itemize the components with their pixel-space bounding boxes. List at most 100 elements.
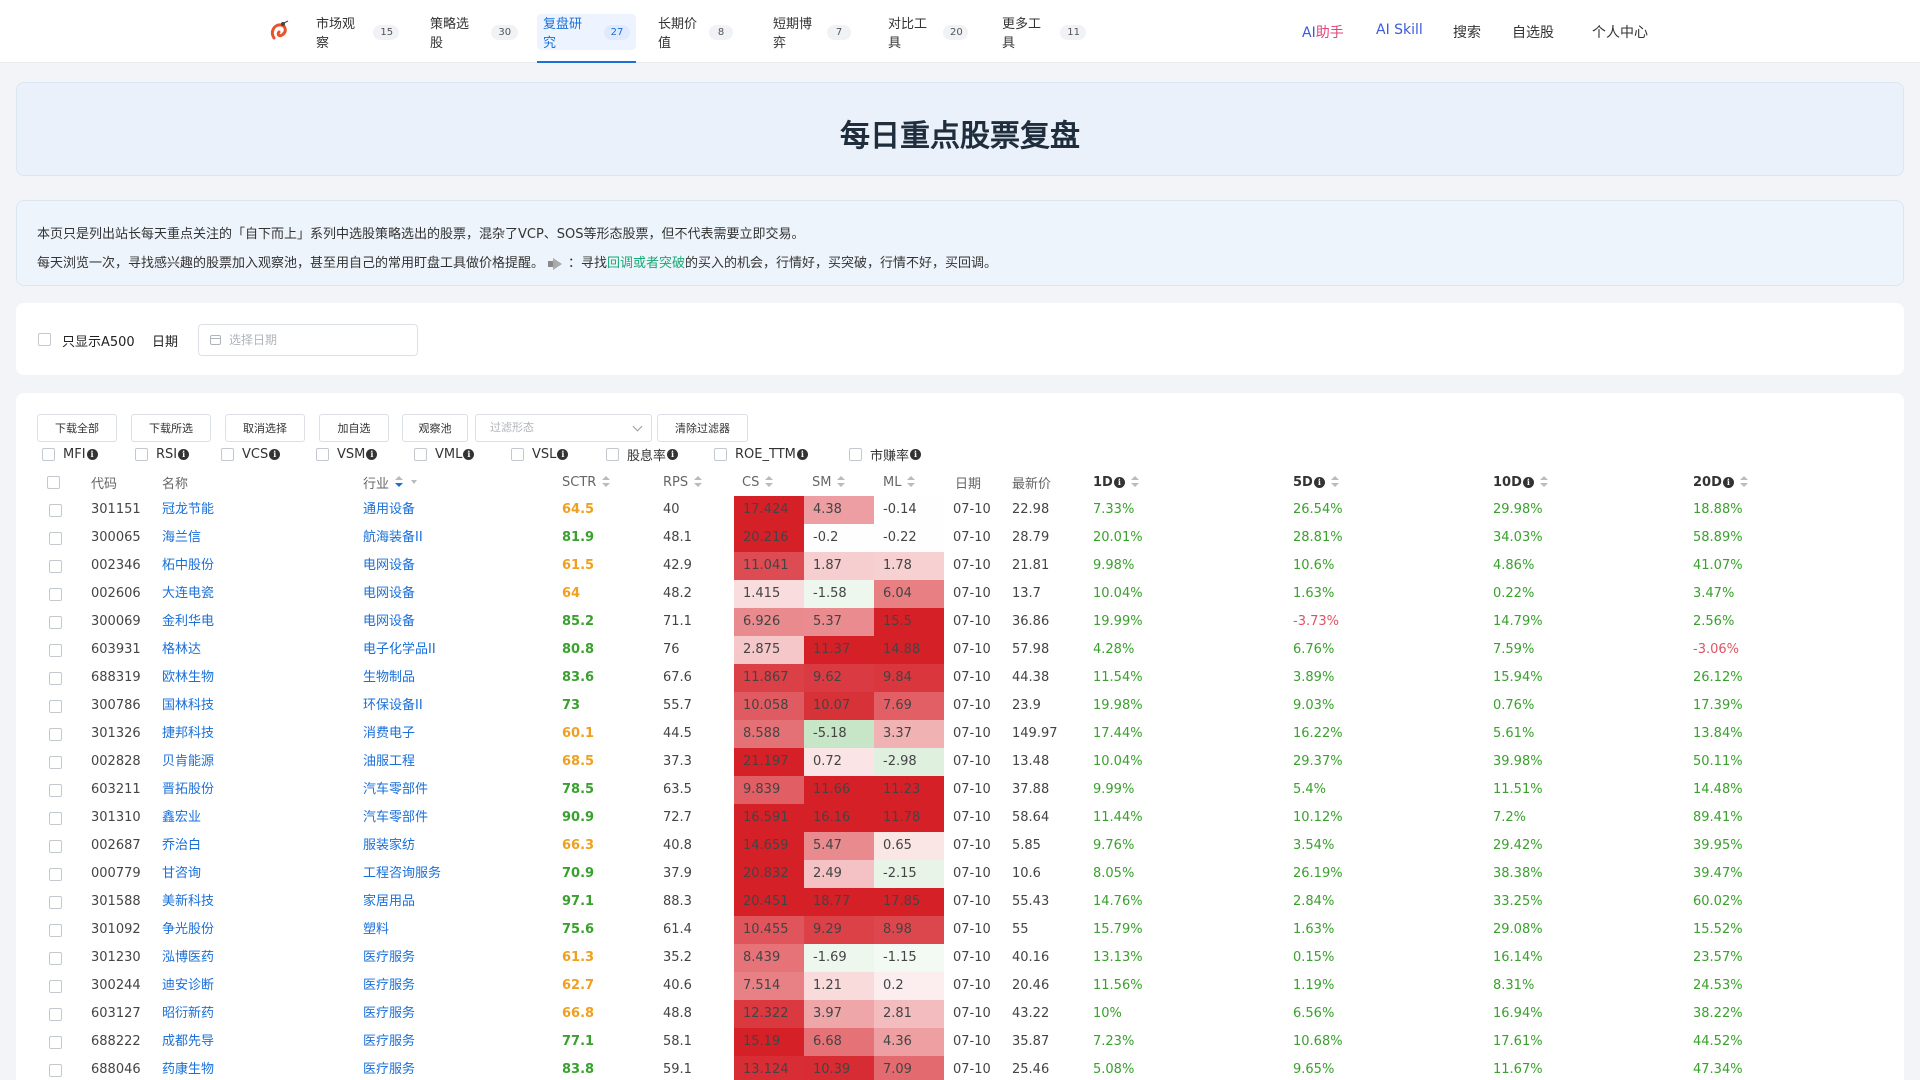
sort-icon[interactable] xyxy=(1330,476,1339,488)
row-checkbox[interactable] xyxy=(49,784,62,797)
filter-icon[interactable] xyxy=(411,480,418,484)
row-checkbox[interactable] xyxy=(49,560,62,573)
info-icon[interactable]: i xyxy=(910,448,922,460)
stock-name-link[interactable]: 泓博医药 xyxy=(162,944,214,972)
table-row[interactable]: 002828 贝肯能源 油服工程 68.5 37.3 21.197 0.72 -2.98 07-… xyxy=(16,748,1904,776)
column-header-industry[interactable]: 行业 xyxy=(363,473,418,492)
sort-icon[interactable] xyxy=(765,476,774,488)
row-checkbox[interactable] xyxy=(49,728,62,741)
row-checkbox[interactable] xyxy=(49,756,62,769)
table-row[interactable]: 002687 乔治白 服装家纺 66.3 40.8 14.659 5.47 0.65 07-10… xyxy=(16,832,1904,860)
nav-tab-7[interactable]: 更多工具 11 xyxy=(996,14,1092,51)
sort-icon[interactable] xyxy=(907,476,916,488)
info-icon[interactable]: i xyxy=(269,448,281,460)
stock-name-link[interactable]: 迪安诊断 xyxy=(162,972,214,1000)
sort-icon[interactable] xyxy=(1539,476,1548,488)
stock-name-link[interactable]: 争光股份 xyxy=(162,916,214,944)
industry-link[interactable]: 电网设备 xyxy=(363,552,461,580)
industry-link[interactable]: 工程咨询服务 xyxy=(363,860,461,888)
industry-link[interactable]: 汽车零部件 xyxy=(363,776,461,804)
indicator-checkbox[interactable] xyxy=(135,447,148,461)
ai-skill-link[interactable]: AI Skill xyxy=(1376,22,1423,38)
info-icon[interactable]: i xyxy=(178,448,190,460)
sort-icon[interactable] xyxy=(395,476,404,488)
sort-icon[interactable] xyxy=(602,476,611,488)
column-header-sctr[interactable]: SCTR xyxy=(562,473,611,491)
table-row[interactable]: 002346 柘中股份 电网设备 61.5 42.9 11.041 1.87 1.78 07-1… xyxy=(16,552,1904,580)
industry-link[interactable]: 通用设备 xyxy=(363,496,461,524)
stock-name-link[interactable]: 昭衍新药 xyxy=(162,1000,214,1028)
search-link[interactable]: 搜索 xyxy=(1453,22,1481,42)
clear-filters-button[interactable]: 清除过滤器 xyxy=(657,414,748,442)
column-header-cs[interactable]: CS xyxy=(742,473,774,491)
stock-name-link[interactable]: 金利华电 xyxy=(162,608,214,636)
stock-name-link[interactable]: 成都先导 xyxy=(162,1028,214,1056)
info-icon[interactable]: i xyxy=(86,448,98,460)
info-icon[interactable]: i xyxy=(667,448,679,460)
row-checkbox[interactable] xyxy=(49,700,62,713)
column-header-d10[interactable]: 10D i xyxy=(1493,473,1548,491)
info-icon[interactable]: i xyxy=(557,448,569,460)
indicator-checkbox[interactable] xyxy=(316,447,329,461)
table-row[interactable]: 301310 鑫宏业 汽车零部件 90.9 72.7 16.591 16.16 11.78 07… xyxy=(16,804,1904,832)
stock-name-link[interactable]: 药康生物 xyxy=(162,1056,214,1080)
industry-link[interactable]: 家居用品 xyxy=(363,888,461,916)
indicator-toggle[interactable]: VML i xyxy=(414,445,475,463)
table-row[interactable]: 603211 晋拓股份 汽车零部件 78.5 63.5 9.839 11.66 11.23 07… xyxy=(16,776,1904,804)
nav-tab-2[interactable]: 策略选股 30 xyxy=(424,14,524,51)
table-row[interactable]: 301092 争光股份 塑料 75.6 61.4 10.455 9.29 8.98 07-10 5… xyxy=(16,916,1904,944)
column-header-d1[interactable]: 1D i xyxy=(1093,473,1139,491)
sort-icon[interactable] xyxy=(837,476,846,488)
download-selected-button[interactable]: 下载所选 xyxy=(131,414,211,442)
add-watch-button[interactable]: 加自选 xyxy=(319,414,389,442)
industry-link[interactable]: 医疗服务 xyxy=(363,1028,461,1056)
indicator-toggle[interactable]: ROE_TTM i xyxy=(714,445,808,463)
info-icon[interactable]: i xyxy=(1522,476,1534,488)
row-checkbox[interactable] xyxy=(49,980,62,993)
sort-icon[interactable] xyxy=(1130,476,1139,488)
industry-link[interactable]: 电子化学品II xyxy=(363,636,461,664)
indicator-checkbox[interactable] xyxy=(221,447,234,461)
info-icon[interactable]: i xyxy=(366,448,378,460)
indicator-toggle[interactable]: VSM i xyxy=(316,445,378,463)
indicator-checkbox[interactable] xyxy=(414,447,427,461)
user-center-link[interactable]: 个人中心 xyxy=(1592,22,1648,42)
nav-tab-6[interactable]: 对比工具 20 xyxy=(882,14,974,51)
row-checkbox[interactable] xyxy=(49,532,62,545)
stock-name-link[interactable]: 甘咨询 xyxy=(162,860,201,888)
row-checkbox[interactable] xyxy=(49,1064,62,1077)
row-checkbox[interactable] xyxy=(49,672,62,685)
industry-link[interactable]: 航海装备II xyxy=(363,524,461,552)
industry-link[interactable]: 塑料 xyxy=(363,916,461,944)
indicator-toggle[interactable]: 股息率 i xyxy=(606,445,679,464)
stock-name-link[interactable]: 柘中股份 xyxy=(162,552,214,580)
industry-link[interactable]: 医疗服务 xyxy=(363,972,461,1000)
row-checkbox[interactable] xyxy=(49,840,62,853)
logo-icon[interactable] xyxy=(268,20,290,42)
indicator-checkbox[interactable] xyxy=(511,447,524,461)
column-header-d20[interactable]: 20D i xyxy=(1693,473,1748,491)
a500-checkbox[interactable] xyxy=(38,333,51,346)
industry-link[interactable]: 消费电子 xyxy=(363,720,461,748)
deselect-button[interactable]: 取消选择 xyxy=(225,414,305,442)
table-row[interactable]: 301230 泓博医药 医疗服务 61.3 35.2 8.439 -1.69 -1.15 07-… xyxy=(16,944,1904,972)
stock-name-link[interactable]: 贝肯能源 xyxy=(162,748,214,776)
pattern-filter-select[interactable]: 过滤形态 xyxy=(475,414,652,442)
column-header-rps[interactable]: RPS xyxy=(663,473,703,491)
industry-link[interactable]: 油服工程 xyxy=(363,748,461,776)
ai-assistant-link[interactable]: AI助手 xyxy=(1302,22,1344,42)
stock-name-link[interactable]: 冠龙节能 xyxy=(162,496,214,524)
info-icon[interactable]: i xyxy=(1313,476,1325,488)
row-checkbox[interactable] xyxy=(49,588,62,601)
industry-link[interactable]: 电网设备 xyxy=(363,608,461,636)
stock-name-link[interactable]: 乔治白 xyxy=(162,832,201,860)
info-icon[interactable]: i xyxy=(1113,476,1125,488)
table-row[interactable]: 000779 甘咨询 工程咨询服务 70.9 37.9 20.832 2.49 -2.15 07… xyxy=(16,860,1904,888)
indicator-checkbox[interactable] xyxy=(849,447,862,461)
row-checkbox[interactable] xyxy=(49,504,62,517)
select-all-checkbox[interactable] xyxy=(47,476,60,489)
nav-tab-3[interactable]: 复盘研究 27 xyxy=(537,14,636,51)
row-checkbox[interactable] xyxy=(49,644,62,657)
row-checkbox[interactable] xyxy=(49,952,62,965)
watch-pool-button[interactable]: 观察池 xyxy=(402,414,468,442)
